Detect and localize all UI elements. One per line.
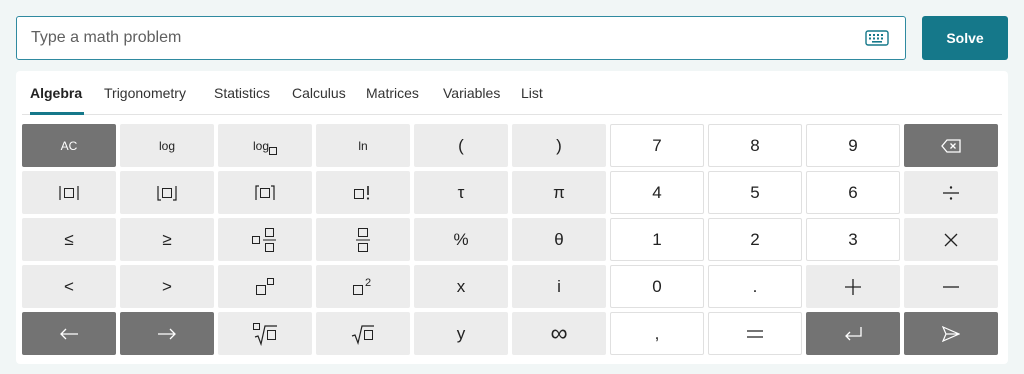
digit-1-key[interactable]: 1 — [610, 218, 704, 261]
input-bar: Solve — [16, 16, 1008, 60]
y-variable-key[interactable]: y — [414, 312, 508, 355]
infinity-key[interactable]: ∞ — [512, 312, 606, 355]
tab-matrices[interactable]: Matrices — [366, 85, 419, 101]
digit-6-key[interactable]: 6 — [806, 171, 900, 214]
tab-trigonometry[interactable]: Trigonometry — [104, 85, 186, 101]
minus-icon — [943, 285, 959, 288]
backspace-icon — [941, 138, 961, 153]
digit-8-key[interactable]: 8 — [708, 124, 802, 167]
tab-statistics[interactable]: Statistics — [214, 85, 270, 101]
pi-key[interactable]: π — [512, 171, 606, 214]
tab-calculus[interactable]: Calculus — [292, 85, 346, 101]
right-paren-key[interactable]: ) — [512, 124, 606, 167]
divide-icon — [943, 185, 959, 200]
active-tab-indicator — [30, 112, 84, 115]
digit-9-key[interactable]: 9 — [806, 124, 900, 167]
equals-icon — [747, 329, 763, 338]
mixed-fraction-icon — [252, 227, 276, 252]
nth-root-key[interactable] — [218, 312, 312, 355]
ln-key[interactable]: ln — [316, 124, 410, 167]
placeholder-box-icon — [269, 146, 277, 155]
square-key[interactable]: 2 — [316, 265, 410, 308]
backspace-key[interactable] — [904, 124, 998, 167]
digit-5-key[interactable]: 5 — [708, 171, 802, 214]
cursor-right-key[interactable] — [120, 312, 214, 355]
arrow-left-icon — [60, 328, 78, 339]
enter-key[interactable] — [806, 312, 900, 355]
log-key[interactable]: log — [120, 124, 214, 167]
floor-key[interactable] — [120, 171, 214, 214]
math-keyboard-panel: Algebra Trigonometry Statistics Calculus… — [16, 71, 1008, 364]
absolute-value-key[interactable] — [22, 171, 116, 214]
cursor-left-key[interactable] — [22, 312, 116, 355]
multiply-key[interactable] — [904, 218, 998, 261]
greater-equal-key[interactable]: ≥ — [120, 218, 214, 261]
x-variable-key[interactable]: x — [414, 265, 508, 308]
equals-key[interactable] — [708, 312, 802, 355]
percent-key[interactable]: % — [414, 218, 508, 261]
keypad: AC log log ln ( ) 7 8 9 τ π 4 5 6 ≤ ≥ % … — [22, 124, 998, 355]
left-paren-key[interactable]: ( — [414, 124, 508, 167]
power-key[interactable] — [218, 265, 312, 308]
math-input-box[interactable] — [16, 16, 906, 60]
mixed-fraction-key[interactable] — [218, 218, 312, 261]
divide-key[interactable] — [904, 171, 998, 214]
square-root-icon — [351, 324, 374, 345]
ceiling-key[interactable] — [218, 171, 312, 214]
multiply-icon — [944, 233, 958, 246]
math-problem-input[interactable] — [17, 17, 857, 59]
factorial-icon — [354, 185, 370, 200]
plus-icon — [845, 278, 861, 295]
tab-algebra[interactable]: Algebra — [30, 85, 82, 101]
tab-list[interactable]: List — [521, 85, 543, 101]
digit-0-key[interactable]: 0 — [610, 265, 704, 308]
enter-icon — [845, 326, 862, 340]
fraction-key[interactable] — [316, 218, 410, 261]
keyboard-icon[interactable] — [865, 29, 889, 47]
greater-than-key[interactable]: > — [120, 265, 214, 308]
all-clear-key[interactable]: AC — [22, 124, 116, 167]
minus-key[interactable] — [904, 265, 998, 308]
svg-text:2: 2 — [365, 277, 371, 289]
nth-root-icon — [253, 322, 277, 346]
decimal-point-key[interactable]: . — [708, 265, 802, 308]
absolute-value-icon — [59, 185, 79, 200]
square-root-key[interactable] — [316, 312, 410, 355]
log-base-key[interactable]: log — [218, 124, 312, 167]
digit-3-key[interactable]: 3 — [806, 218, 900, 261]
factorial-key[interactable] — [316, 171, 410, 214]
floor-icon — [157, 185, 177, 201]
digit-7-key[interactable]: 7 — [610, 124, 704, 167]
less-equal-key[interactable]: ≤ — [22, 218, 116, 261]
theta-key[interactable]: θ — [512, 218, 606, 261]
square-icon: 2 — [353, 277, 371, 295]
plus-key[interactable] — [806, 265, 900, 308]
fraction-icon — [356, 227, 370, 252]
tau-key[interactable]: τ — [414, 171, 508, 214]
comma-key[interactable]: , — [610, 312, 704, 355]
digit-4-key[interactable]: 4 — [610, 171, 704, 214]
category-tabs: Algebra Trigonometry Statistics Calculus… — [22, 71, 1002, 115]
arrow-right-icon — [158, 328, 176, 339]
imaginary-unit-key[interactable]: i — [512, 265, 606, 308]
ceiling-icon — [255, 184, 275, 200]
send-icon — [942, 325, 960, 342]
power-icon — [256, 277, 274, 295]
solve-button[interactable]: Solve — [922, 16, 1008, 60]
log-base-label: log — [252, 138, 269, 153]
less-than-key[interactable]: < — [22, 265, 116, 308]
tab-variables[interactable]: Variables — [443, 85, 500, 101]
digit-2-key[interactable]: 2 — [708, 218, 802, 261]
send-key[interactable] — [904, 312, 998, 355]
